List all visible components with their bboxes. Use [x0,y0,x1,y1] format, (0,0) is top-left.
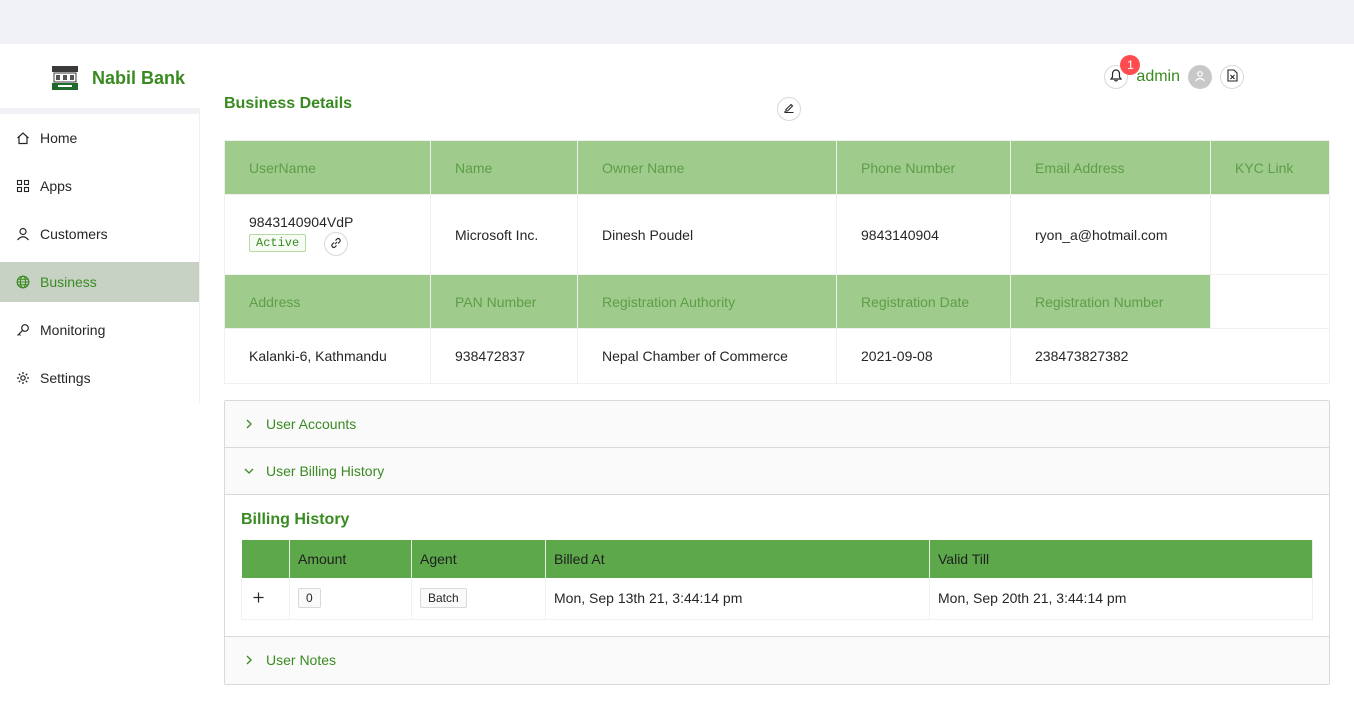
link-icon [330,236,342,252]
reg-date-cell: 2021-09-08 [836,328,1011,384]
panel-label: User Billing History [266,463,385,479]
username: 9843140904VdP [249,213,354,230]
sidebar-item-label: Apps [40,178,72,194]
user-icon [16,227,30,241]
column-header: Billed At [545,540,930,578]
column-header: PAN Number [430,274,578,329]
main-content: Business Details UserName Name Owner Nam… [224,95,1330,685]
amount-cell: 0 [289,578,412,620]
chevron-right-icon [243,654,255,666]
column-header: Valid Till [929,540,1313,578]
status-badge: Active [249,234,307,253]
details-collapse: User Accounts User Billing History Billi… [224,400,1330,685]
billing-table: Amount Agent Billed At Valid Till 0 Batc… [241,540,1313,620]
column-header: Registration Date [836,274,1011,329]
reg-number-cell: 238473827382 [1010,328,1330,384]
empty-cell [1210,274,1330,329]
username-cell: 9843140904VdP Active [224,194,431,275]
sidebar-item-business[interactable]: Business [0,262,199,302]
chevron-down-icon [243,465,255,477]
pan-cell: 938472837 [430,328,578,384]
column-header: Registration Number [1010,274,1211,329]
expand-row-button[interactable] [250,591,266,607]
panel-billing-history[interactable]: User Billing History [225,448,1329,495]
expand-cell [241,578,290,620]
chevron-right-icon [243,418,255,430]
sidebar-item-label: Home [40,130,78,146]
notifications-button[interactable]: 1 [1104,55,1141,89]
edit-button[interactable] [777,97,801,121]
logo[interactable]: Nabil Bank [50,64,185,92]
user-name[interactable]: admin [1136,68,1180,86]
sidebar-item-customers[interactable]: Customers [0,214,199,254]
valid-till-cell: Mon, Sep 20th 21, 3:44:14 pm [929,578,1313,620]
file-export-icon [1226,69,1238,85]
agent-value: Batch [420,588,467,609]
bank-logo-icon [50,64,80,92]
apps-icon [16,179,30,193]
sidebar-item-label: Monitoring [40,322,106,338]
user-avatar-icon [1194,69,1206,85]
name-cell: Microsoft Inc. [430,194,578,275]
column-header: KYC Link [1210,140,1330,195]
edit-icon [783,101,795,117]
panel-label: User Accounts [266,416,357,432]
column-header: Owner Name [577,140,837,195]
gear-icon [16,371,30,385]
table-row: 0 Batch Mon, Sep 13th 21, 3:44:14 pm Mon… [241,578,1313,620]
sidebar-menu: Home Apps Customers Business Monitoring … [0,108,200,403]
phone-cell: 9843140904 [836,194,1011,275]
home-icon [16,131,30,145]
panel-user-notes[interactable]: User Notes [225,636,1329,684]
sidebar-item-label: Settings [40,370,91,386]
export-button[interactable] [1220,65,1244,89]
panel-label: User Notes [266,652,337,668]
agent-cell: Batch [411,578,546,620]
column-header: Agent [411,540,546,578]
brand-name: Nabil Bank [92,67,186,88]
top-strip [0,0,1354,44]
sidebar-item-monitoring[interactable]: Monitoring [0,310,199,350]
column-header: Name [430,140,578,195]
kyc-cell [1210,194,1330,275]
key-icon [16,323,30,337]
billing-title: Billing History [241,511,350,528]
column-header: UserName [224,140,431,195]
sidebar-item-home[interactable]: Home [0,118,199,158]
link-button[interactable] [324,231,349,256]
business-details-table: UserName Name Owner Name Phone Number Em… [224,140,1330,384]
amount-value: 0 [298,588,321,609]
owner-cell: Dinesh Poudel [577,194,837,275]
globe-icon [16,275,30,289]
sidebar-item-label: Customers [40,226,108,242]
avatar[interactable] [1188,65,1212,89]
column-header: Registration Authority [577,274,837,329]
billed-at-cell: Mon, Sep 13th 21, 3:44:14 pm [545,578,930,620]
column-header: Email Address [1010,140,1211,195]
header-actions: 1 admin [1104,55,1244,89]
address-cell: Kalanki-6, Kathmandu [224,328,431,384]
column-header: Amount [289,540,412,578]
plus-icon [253,590,264,608]
billing-panel-body: Billing History Amount Agent Billed At V… [225,495,1329,637]
column-header: Address [224,274,431,329]
column-header: Phone Number [836,140,1011,195]
panel-user-accounts[interactable]: User Accounts [225,401,1329,448]
email-cell: ryon_a@hotmail.com [1010,194,1211,275]
column-header [241,540,290,578]
bell-icon [1110,69,1123,85]
sidebar-item-apps[interactable]: Apps [0,166,199,206]
sidebar-item-label: Business [40,274,97,290]
sidebar-item-settings[interactable]: Settings [0,358,199,398]
authority-cell: Nepal Chamber of Commerce [577,328,837,384]
